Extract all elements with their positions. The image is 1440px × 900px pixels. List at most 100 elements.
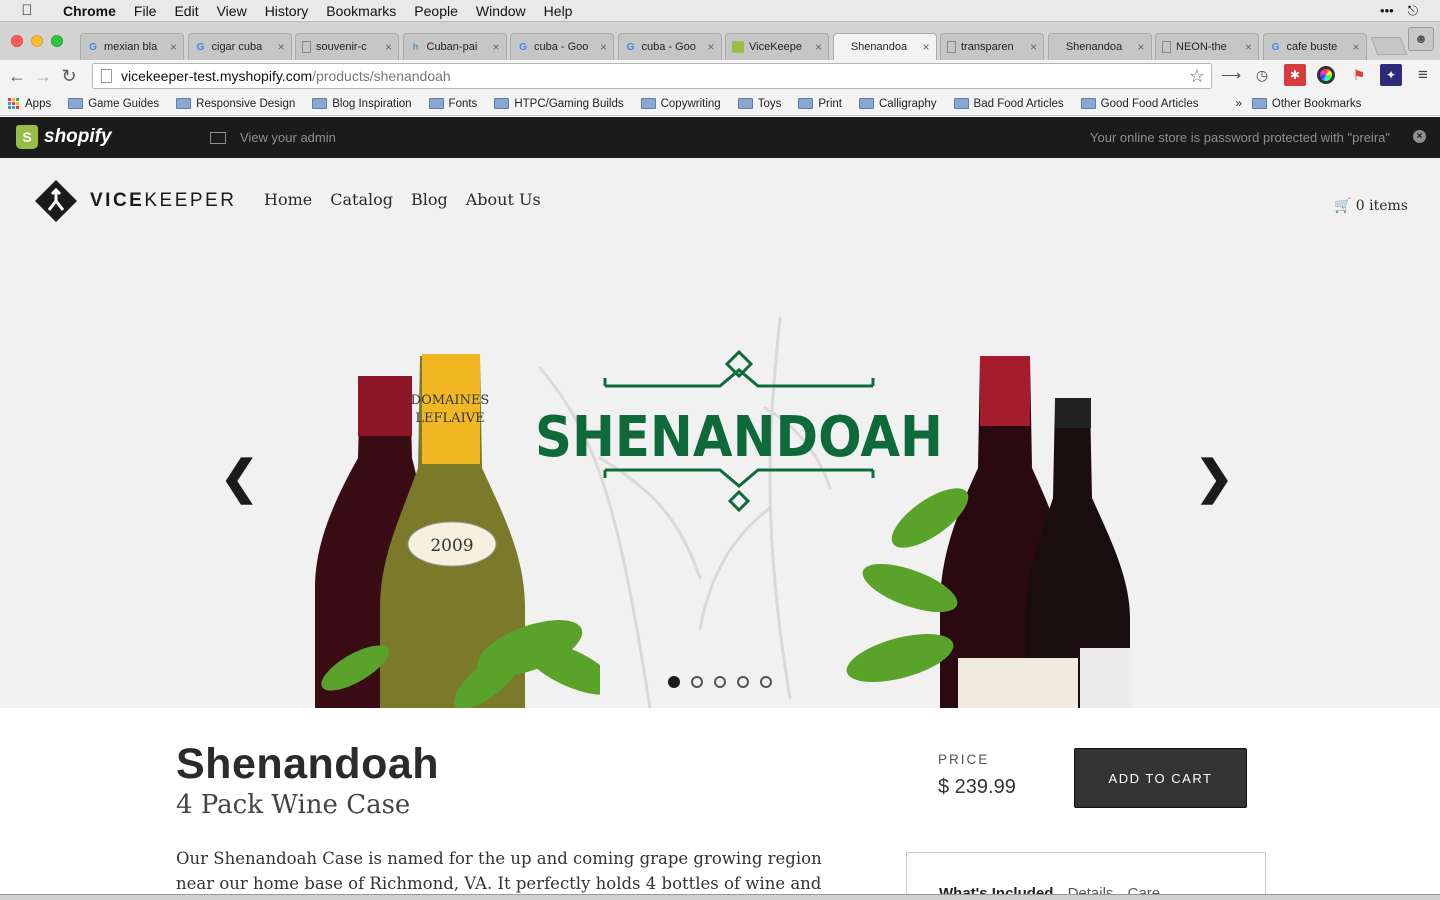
extension-plug-icon[interactable]: ⟶ — [1220, 64, 1242, 86]
close-icon[interactable]: × — [1413, 130, 1426, 143]
bookmark-folder[interactable]: Copywriting — [640, 97, 721, 110]
extension-lastpass-icon[interactable]: ✱ — [1284, 64, 1306, 86]
slide-dot[interactable] — [760, 676, 772, 688]
close-window-button[interactable] — [11, 35, 23, 47]
bookmark-folder[interactable]: Print — [798, 98, 842, 110]
bookmarks-overflow-chevron[interactable]: » — [1235, 98, 1241, 110]
page-icon — [1162, 41, 1171, 53]
prev-slide-chevron-icon[interactable]: ❮ — [220, 450, 259, 504]
menu-view[interactable]: View — [208, 3, 256, 19]
tab-close-icon[interactable]: × — [277, 40, 284, 54]
bottle-year: 2009 — [430, 536, 473, 556]
bookmark-folder-label: Toys — [757, 97, 782, 110]
forward-arrow-icon[interactable]: → — [30, 66, 56, 87]
store-logo[interactable]: VICEKEEPER — [35, 180, 236, 222]
menu-window[interactable]: Window — [467, 3, 535, 19]
bookmark-folder[interactable]: Fonts — [428, 98, 477, 110]
vicekeeper-logo-icon — [35, 180, 77, 222]
browser-tab[interactable]: NEON-the × — [1155, 33, 1259, 60]
browser-tab[interactable]: Gcuba - Goo × — [510, 33, 614, 60]
slide-dot[interactable] — [668, 676, 680, 688]
bookmark-folder[interactable]: Good Food Articles — [1080, 98, 1198, 110]
shenandoah-banner: SHENANDOAH — [535, 349, 943, 513]
folder-icon — [68, 98, 84, 109]
bookmark-folder[interactable]: Toys — [737, 97, 782, 110]
add-to-cart-button[interactable]: ADD TO CART — [1074, 748, 1247, 808]
slide-dot[interactable] — [714, 676, 726, 688]
browser-tab[interactable]: Gcigar cuba × — [187, 33, 292, 60]
tab-close-icon[interactable]: × — [707, 40, 714, 54]
menu-history[interactable]: History — [256, 3, 318, 19]
nav-about-us[interactable]: About Us — [466, 190, 541, 209]
bookmark-folder[interactable]: Game Guides — [68, 98, 159, 110]
more-dots-icon[interactable]: ••• — [1380, 3, 1394, 18]
bookmark-folder[interactable]: HTPC/Gaming Builds — [494, 98, 624, 110]
browser-tab[interactable]: ViceKeepe × — [725, 33, 829, 60]
reload-icon[interactable]: ↻ — [56, 66, 82, 87]
bookmark-other[interactable]: Other Bookmarks — [1251, 98, 1361, 110]
browser-tab[interactable]: Gcafe buste × — [1262, 33, 1367, 60]
page-icon — [947, 41, 956, 53]
bookmark-folder[interactable]: Bad Food Articles — [953, 98, 1064, 110]
browser-tab[interactable]: Gcuba - Goo × — [617, 33, 722, 60]
menu-bookmarks[interactable]: Bookmarks — [317, 3, 405, 19]
tab-close-icon[interactable]: × — [385, 40, 392, 54]
tab-close-icon[interactable]: × — [1352, 40, 1359, 54]
slide-dot[interactable] — [737, 676, 749, 688]
next-slide-chevron-icon[interactable]: ❯ — [1195, 450, 1234, 504]
bookmark-folder[interactable]: Blog Inspiration — [312, 98, 412, 110]
tab-close-icon[interactable]: × — [1137, 40, 1144, 54]
apple-icon[interactable]:  — [0, 2, 54, 19]
tab-close-icon[interactable]: × — [922, 40, 929, 54]
extension-badge-icon[interactable]: ⚑ — [1348, 64, 1370, 86]
shopify-bag-icon: S — [16, 125, 38, 149]
tab-title: mexian bla — [104, 41, 158, 53]
bottle-label-top: DOMAINES — [411, 393, 490, 408]
power-icon[interactable]: ⎋ — [1408, 3, 1418, 19]
bookmark-apps[interactable]: Apps — [8, 98, 51, 110]
browser-tab[interactable]: h Cuban-pai × — [402, 33, 507, 60]
nav-catalog[interactable]: Catalog — [330, 190, 393, 209]
tab-title: souvenir-c — [316, 41, 367, 53]
browser-tab[interactable]: Shenandoa × — [832, 33, 937, 60]
new-tab-button[interactable] — [1370, 37, 1408, 55]
address-bar[interactable]: vicekeeper-test.myshopify.com/products/s… — [92, 63, 1212, 89]
browser-tab[interactable]: Gmexian bla × — [80, 33, 184, 60]
profile-icon[interactable]: ☻ — [1408, 27, 1434, 51]
tab-close-icon[interactable]: × — [492, 40, 499, 54]
back-arrow-icon[interactable]: ← — [4, 66, 30, 87]
view-admin-link[interactable]: View your admin — [210, 130, 336, 145]
tab-close-icon[interactable]: × — [600, 40, 607, 54]
menu-app-name[interactable]: Chrome — [54, 3, 125, 19]
zoom-window-button[interactable] — [51, 35, 63, 47]
menu-file[interactable]: File — [125, 3, 166, 19]
houzz-icon: h — [412, 41, 419, 53]
minimize-window-button[interactable] — [31, 35, 43, 47]
menu-people[interactable]: People — [405, 3, 467, 19]
tab-title: cafe buste — [1286, 41, 1338, 53]
cart-link[interactable]: 🛒 0 items — [1334, 198, 1408, 214]
browser-tab[interactable]: Shenandoa × — [1047, 33, 1152, 60]
tab-close-icon[interactable]: × — [815, 40, 822, 54]
extension-timer-icon[interactable]: ◷ — [1251, 64, 1273, 86]
browser-tab[interactable]: transparen × — [940, 33, 1044, 60]
extension-space-icon[interactable]: ✦ — [1380, 64, 1402, 86]
shopify-logo[interactable]: S shopify — [16, 125, 112, 149]
chrome-menu-icon[interactable]: ≡ — [1412, 64, 1434, 86]
nav-home[interactable]: Home — [264, 190, 312, 209]
tab-close-icon[interactable]: × — [1245, 40, 1252, 54]
bookmark-star-icon[interactable]: ☆ — [1189, 66, 1205, 87]
bookmark-folder[interactable]: Calligraphy — [859, 98, 937, 110]
menu-edit[interactable]: Edit — [165, 3, 207, 19]
nav-blog[interactable]: Blog — [411, 190, 448, 209]
bookmark-folder[interactable]: Responsive Design — [176, 98, 295, 110]
slide-dot[interactable] — [691, 676, 703, 688]
tab-close-icon[interactable]: × — [170, 40, 177, 54]
menu-help[interactable]: Help — [535, 3, 582, 19]
bookmark-folder-label: Copywriting — [660, 97, 721, 110]
tab-close-icon[interactable]: × — [1030, 40, 1037, 54]
google-icon: G — [89, 41, 97, 53]
bookmark-folder-label: Responsive Design — [196, 97, 296, 110]
extension-colorpicker-icon[interactable] — [1315, 64, 1337, 86]
browser-tab[interactable]: souvenir-c × — [295, 33, 399, 60]
